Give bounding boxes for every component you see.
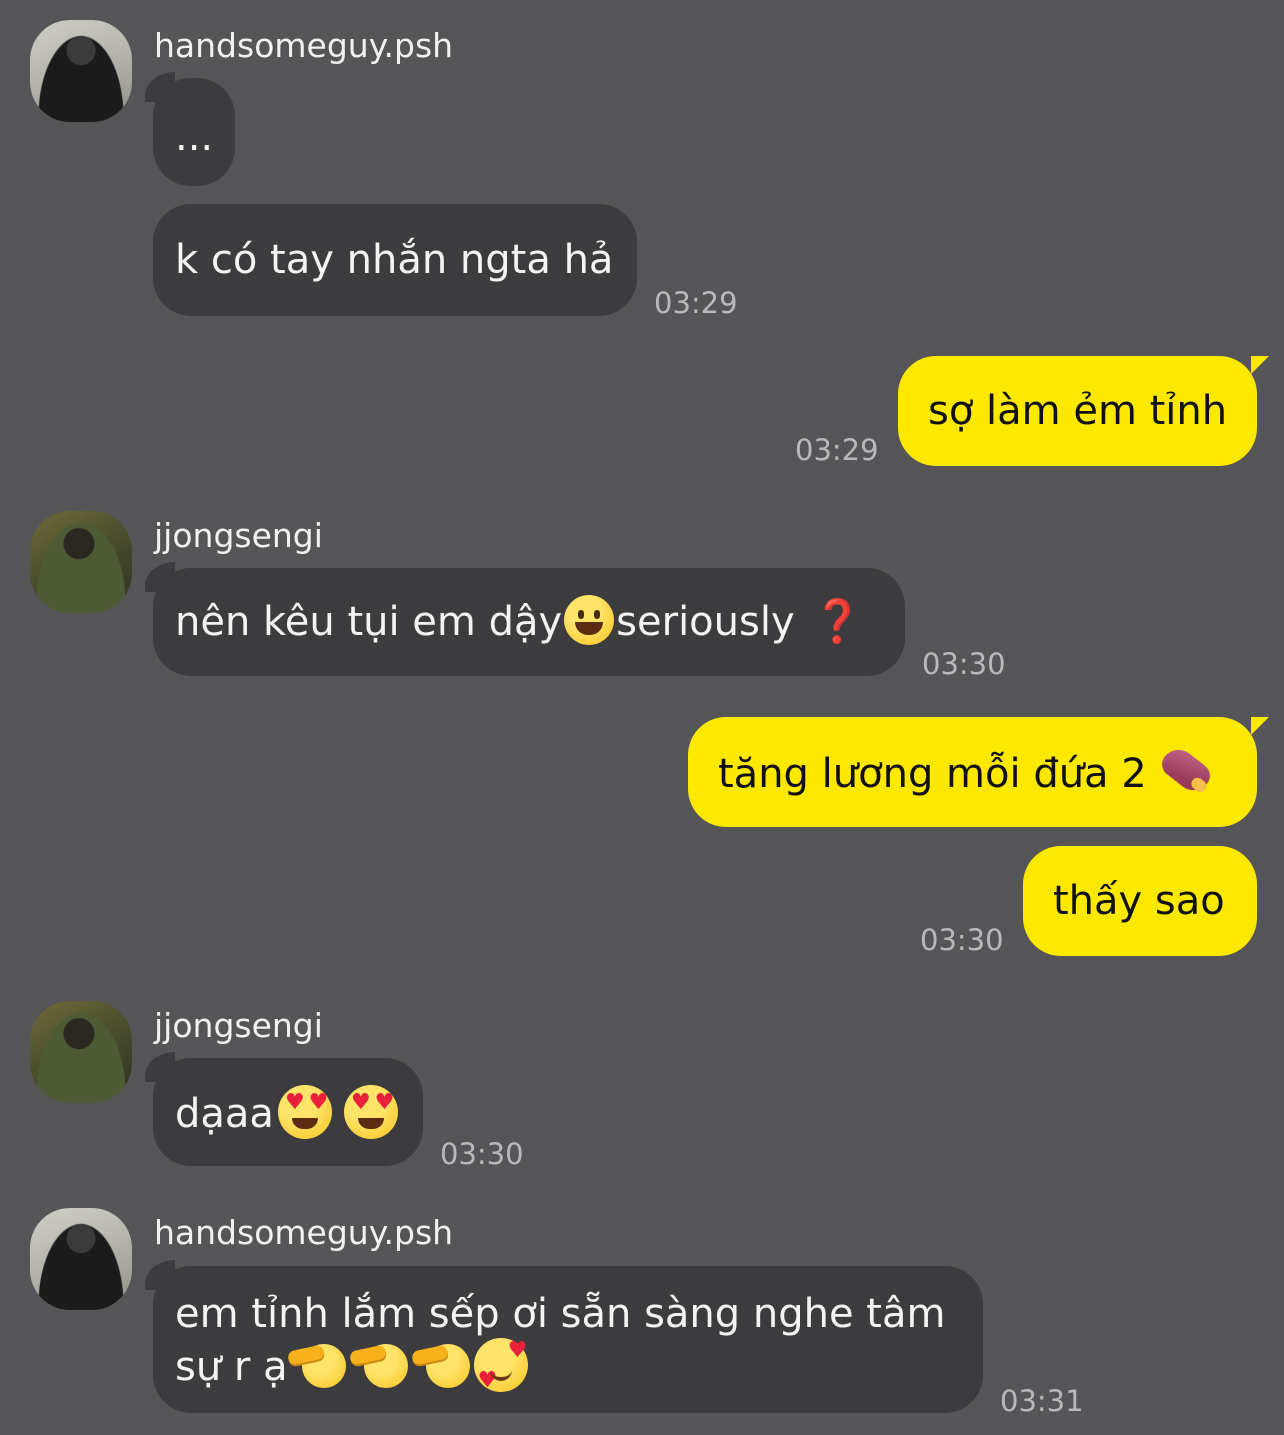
message-text: tăng lương mỗi đứa 2 [718, 749, 1217, 803]
message-text: k có tay nhắn ngta hả [175, 237, 614, 283]
message-text-part: seriously [616, 599, 795, 645]
message-timestamp: 03:31 [1000, 1384, 1084, 1418]
message-text-part: nên kêu tụi em dậy [175, 599, 563, 645]
saluting-face-icon [350, 1342, 408, 1392]
smiling-face-with-hearts-icon [473, 1328, 528, 1392]
saluting-face-icon [412, 1342, 470, 1392]
message-timestamp: 03:29 [654, 286, 738, 320]
sender-avatar[interactable] [30, 1001, 132, 1103]
heart-eyes-icon [277, 1085, 332, 1139]
saluting-face-icon [288, 1342, 346, 1392]
message-bubble[interactable]: k có tay nhắn ngta hả [153, 204, 637, 316]
message-bubble[interactable]: ... [145, 72, 235, 186]
message-text-part: dạaa [175, 1091, 274, 1137]
message-text: em tỉnh lắm sếp ơi sẵn sàng nghe tâm [175, 1291, 946, 1337]
bubble-tail [145, 562, 175, 592]
sweet-potato-icon [1155, 745, 1217, 799]
message-text: thấy sao [1053, 878, 1225, 924]
message-text: ... [175, 114, 214, 160]
bubble-tail [145, 1260, 175, 1290]
sender-avatar[interactable] [30, 20, 132, 122]
sender-avatar[interactable] [30, 1208, 132, 1310]
message-text: dạaa [175, 1085, 402, 1143]
bubble-tail [1251, 356, 1269, 374]
message-timestamp: 03:29 [795, 433, 879, 467]
sender-name: jjongsengi [154, 516, 323, 555]
message-bubble-outgoing[interactable]: sợ làm ẻm tỉnh [898, 356, 1269, 466]
sender-name: jjongsengi [154, 1006, 323, 1045]
bubble-tail [145, 1052, 175, 1082]
message-bubble-outgoing[interactable]: thấy sao [1023, 846, 1257, 956]
red-question-mark-icon: ❓ [812, 597, 863, 647]
grinning-face-icon [564, 595, 615, 645]
message-timestamp: 03:30 [440, 1137, 524, 1171]
sender-avatar[interactable] [30, 511, 132, 613]
heart-eyes-icon [343, 1085, 398, 1139]
message-timestamp: 03:30 [920, 923, 1004, 957]
message-timestamp: 03:30 [922, 647, 1006, 681]
message-bubble-outgoing[interactable]: tăng lương mỗi đứa 2 [688, 717, 1269, 827]
bubble-tail [1251, 717, 1269, 735]
message-bubble[interactable]: nên kêu tụi em dậy seriously ❓ [145, 562, 905, 676]
message-text-part: sự r ạ [175, 1344, 288, 1390]
sender-name: handsomeguy.psh [154, 26, 454, 65]
sender-name: handsomeguy.psh [154, 1213, 454, 1252]
bubble-tail [145, 72, 175, 102]
message-text: sợ làm ẻm tỉnh [928, 388, 1228, 434]
message-bubble[interactable]: dạaa [145, 1052, 423, 1166]
message-bubble[interactable]: em tỉnh lắm sếp ơi sẵn sàng nghe tâm sự … [145, 1260, 983, 1413]
message-text: nên kêu tụi em dậy seriously ❓ [175, 595, 863, 649]
message-text: sự r ạ [175, 1328, 528, 1396]
message-text-part: tăng lương mỗi đứa 2 [718, 751, 1147, 797]
